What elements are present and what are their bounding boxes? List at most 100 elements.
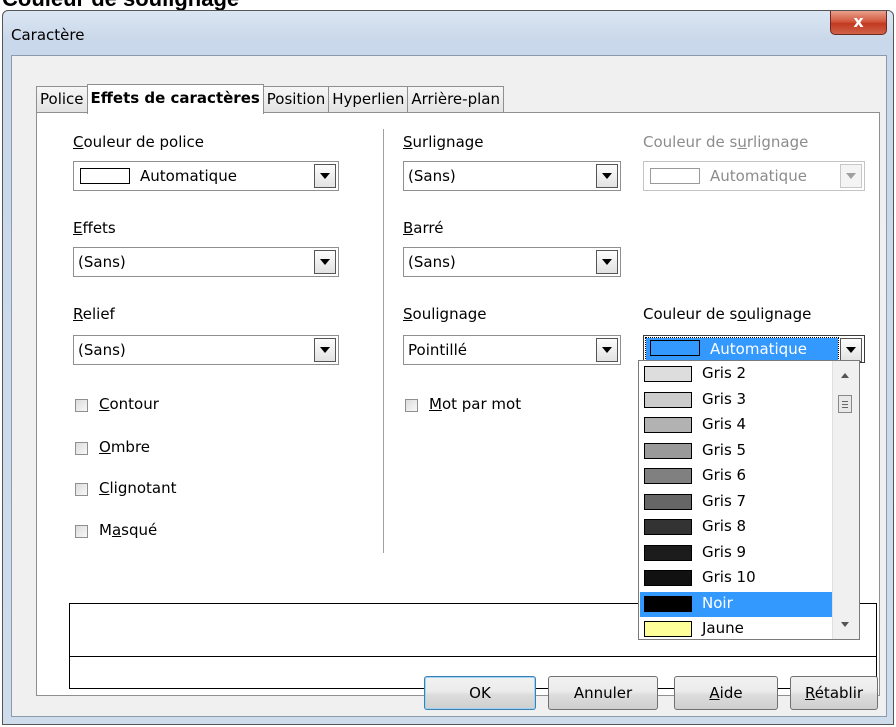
color-list-item[interactable]: Gris 4 xyxy=(640,413,832,438)
color-swatch xyxy=(644,544,692,561)
tab-label: Arrière-plan xyxy=(411,90,500,108)
button-label: Annuler xyxy=(573,684,633,702)
button-label: OK xyxy=(469,684,491,702)
tab-label: Hyperlien xyxy=(332,90,405,108)
tab-label: Effets de caractères xyxy=(90,89,260,107)
color-list-item[interactable]: Jaune xyxy=(640,617,832,642)
button-label: établir xyxy=(814,684,864,702)
color-list-item-label: Gris 5 xyxy=(702,440,747,459)
chevron-down-icon[interactable] xyxy=(314,250,336,274)
font-color-select[interactable]: Automatique xyxy=(73,161,339,191)
relief-select[interactable]: (Sans) xyxy=(73,335,339,365)
underline-select[interactable]: Pointillé xyxy=(403,335,621,365)
color-list-item[interactable]: Gris 8 xyxy=(640,515,832,540)
highlight-color-label: Couleur de surlignage xyxy=(643,133,809,151)
masque-checkbox[interactable] xyxy=(75,525,88,538)
preview-baseline xyxy=(70,656,876,657)
color-swatch xyxy=(644,493,692,510)
contour-label: Contour xyxy=(99,395,159,413)
close-button[interactable]: x xyxy=(830,11,887,35)
select-value: (Sans) xyxy=(408,253,456,271)
help-button[interactable]: Aide xyxy=(674,676,778,710)
reset-button[interactable]: Rétablir xyxy=(790,676,878,710)
button-label-accel: R xyxy=(804,684,815,702)
select-value: Automatique xyxy=(710,167,807,185)
color-list-item[interactable]: Gris 10 xyxy=(640,566,832,591)
color-list-item[interactable]: Gris 2 xyxy=(640,362,832,387)
strikethrough-select[interactable]: (Sans) xyxy=(403,247,621,277)
color-swatch xyxy=(644,570,692,586)
tab-label: Police xyxy=(40,90,84,108)
underline-color-select[interactable]: Automatique xyxy=(643,335,865,363)
color-list-item-label: Noir xyxy=(702,593,733,612)
effects-select[interactable]: (Sans) xyxy=(73,247,339,277)
highlight-color-select[interactable]: Automatique xyxy=(643,161,865,191)
word-by-word-label: Mot par mot xyxy=(429,395,522,413)
color-swatch xyxy=(644,391,692,408)
dropdown-scrollbar[interactable] xyxy=(832,361,859,639)
tab-label: Position xyxy=(266,90,326,108)
chevron-down-icon[interactable] xyxy=(840,164,862,188)
underline-color-dropdown-list[interactable]: Gris 2 Gris 3 Gris 4 Gris 5 Gris 6 Gris 7 Gris… xyxy=(638,360,860,640)
tab-position[interactable]: Position xyxy=(262,86,330,112)
word-by-word-checkbox[interactable] xyxy=(405,399,418,412)
color-list-item-label: Gris 10 xyxy=(702,568,756,586)
highlight-select[interactable]: (Sans) xyxy=(403,161,621,191)
select-value: Automatique xyxy=(710,340,807,358)
color-swatch xyxy=(644,519,692,535)
close-icon: x xyxy=(853,12,864,31)
color-list-item[interactable]: Gris 7 xyxy=(640,490,832,515)
tab-arriere-plan[interactable]: Arrière-plan xyxy=(407,86,504,112)
color-list-item-label: Gris 6 xyxy=(702,466,747,484)
chevron-down-icon[interactable] xyxy=(840,338,862,362)
color-list-item-label: Gris 9 xyxy=(702,542,747,561)
scroll-up-icon[interactable] xyxy=(841,373,849,378)
select-value: (Sans) xyxy=(408,167,456,185)
tab-hyperlien[interactable]: Hyperlien xyxy=(328,86,409,112)
chevron-down-icon[interactable] xyxy=(596,250,618,274)
scroll-thumb[interactable] xyxy=(838,395,852,413)
relief-label: Relief xyxy=(73,305,115,323)
masque-label: Masqué xyxy=(99,521,158,539)
chevron-down-icon[interactable] xyxy=(596,338,618,362)
chevron-down-icon[interactable] xyxy=(596,164,618,188)
color-swatch xyxy=(644,366,692,382)
ombre-label: Ombre xyxy=(99,438,151,456)
color-list-item-label: Gris 7 xyxy=(702,491,747,510)
select-value: (Sans) xyxy=(78,341,126,359)
select-value: Pointillé xyxy=(408,341,467,359)
color-swatch xyxy=(644,621,692,637)
color-list-item-label: Gris 2 xyxy=(702,364,747,382)
ok-button[interactable]: OK xyxy=(424,676,536,710)
highlight-label: Surlignage xyxy=(403,133,484,151)
color-swatch xyxy=(644,442,692,459)
clignotant-checkbox[interactable] xyxy=(75,483,88,496)
select-value: Automatique xyxy=(140,167,237,185)
color-swatch xyxy=(644,468,692,484)
tab-effets-de-caracteres[interactable]: Effets de caractères xyxy=(86,84,264,114)
strikethrough-label: Barré xyxy=(403,219,444,237)
color-list-item-label: Gris 4 xyxy=(702,415,747,433)
dialog-title: Caractère xyxy=(11,26,85,44)
color-swatch xyxy=(644,595,692,612)
underline-color-label: Couleur de soulignage xyxy=(643,305,812,323)
color-list-item[interactable]: Gris 9 xyxy=(640,541,832,566)
color-list-item[interactable]: Noir xyxy=(640,591,832,617)
underline-label: Soulignage xyxy=(403,305,487,323)
color-swatch xyxy=(650,168,700,184)
button-label: ide xyxy=(719,684,743,702)
color-list-item[interactable]: Gris 5 xyxy=(640,439,832,464)
contour-checkbox[interactable] xyxy=(75,399,88,412)
color-swatch xyxy=(644,417,692,433)
clignotant-label: Clignotant xyxy=(99,479,177,497)
scroll-down-icon[interactable] xyxy=(841,622,849,627)
column-divider xyxy=(383,129,384,553)
ombre-checkbox[interactable] xyxy=(75,442,88,455)
chevron-down-icon[interactable] xyxy=(314,338,336,362)
tab-bar: Police Effets de caractères Position Hyp… xyxy=(36,84,504,114)
tab-police[interactable]: Police xyxy=(36,86,88,112)
cancel-button[interactable]: Annuler xyxy=(548,676,658,710)
color-list-item[interactable]: Gris 3 xyxy=(640,388,832,413)
color-list-item[interactable]: Gris 6 xyxy=(640,464,832,489)
chevron-down-icon[interactable] xyxy=(314,164,336,188)
